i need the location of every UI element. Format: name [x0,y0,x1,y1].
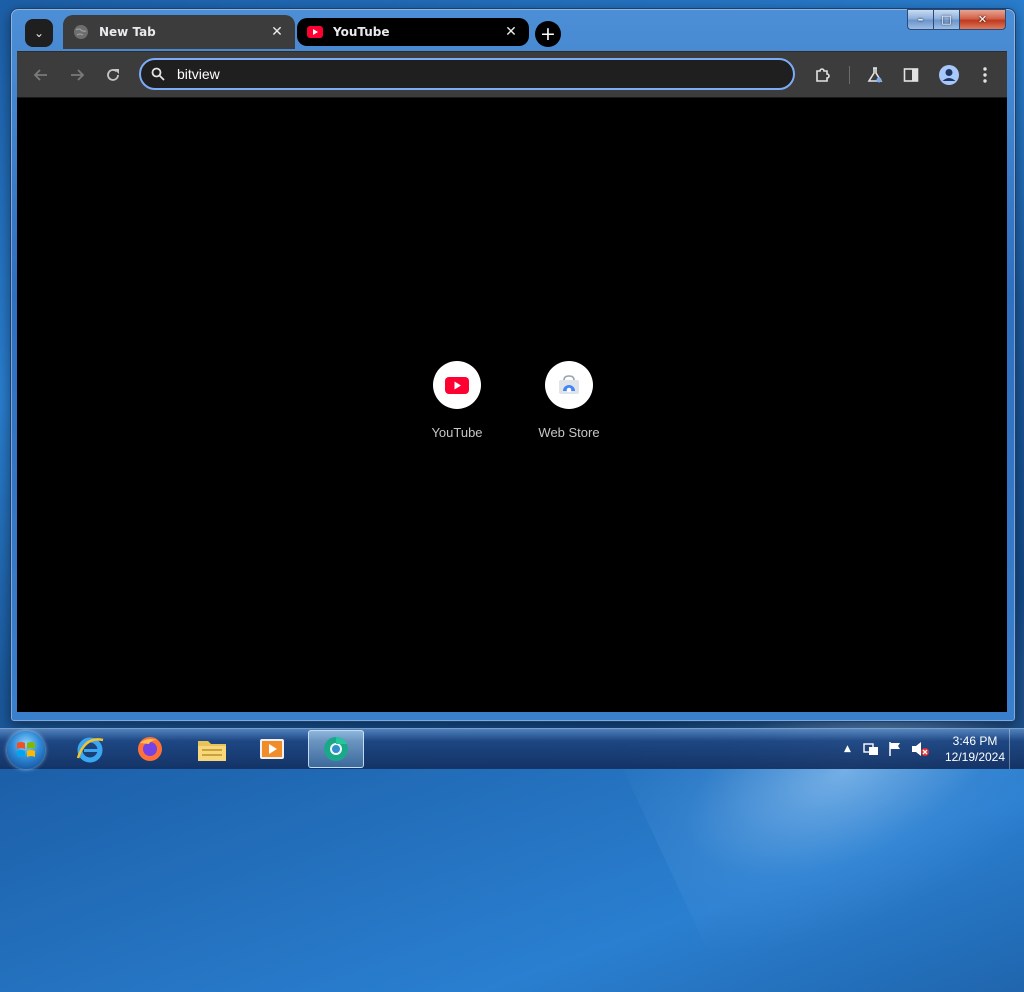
clock-date: 12/19/2024 [944,750,1006,764]
system-tray: ▲ [844,729,929,769]
tab-title: New Tab [99,25,156,39]
reload-button[interactable] [101,63,125,87]
menu-icon [983,67,987,83]
tab-youtube[interactable]: YouTube ✕ [297,18,529,46]
tab-search-button[interactable]: ⌄ [25,19,53,47]
maximize-button[interactable]: □ [933,9,959,30]
labs-icon [867,67,883,83]
window-caption-buttons: – □ ✕ [907,9,1006,30]
reload-icon [107,69,119,81]
show-hidden-icons-button[interactable]: ▲ [844,744,851,754]
clock-time: 3:46 PM [952,734,998,748]
new-tab-page: YouTube Web Store [17,97,1007,712]
volume-muted-icon[interactable] [911,741,929,757]
shortcut-label: YouTube [431,425,483,440]
taskbar: ▲ 3:46 PM 12/19/2024 [0,728,1024,769]
tab-title: YouTube [333,25,390,39]
taskbar-media-player[interactable] [244,730,300,768]
shortcut-youtube[interactable]: YouTube [409,361,505,440]
taskbar-firefox[interactable] [122,730,178,768]
forward-button[interactable] [65,63,89,87]
address-bar[interactable] [139,58,795,90]
taskbar-internet-explorer[interactable] [62,730,118,768]
internet-explorer-icon [76,737,104,763]
profile-button[interactable] [937,63,961,87]
tab-strip: ⌄ New Tab ✕ YouTube ✕ + [17,13,897,51]
chrome-app-icon [324,736,348,761]
address-input[interactable] [177,66,737,82]
taskbar-chrome[interactable] [308,730,364,768]
toolbar [17,51,1007,98]
back-icon [33,69,47,81]
action-center-icon[interactable] [863,741,879,757]
youtube-icon [307,24,323,40]
show-desktop-button[interactable] [1009,729,1024,769]
youtube-icon [445,376,469,394]
close-icon: ✕ [977,13,988,26]
file-explorer-icon [198,741,226,761]
extensions-icon [816,68,830,82]
shortcut-tile [433,361,481,409]
toolbar-divider [849,66,850,84]
globe-icon [73,24,89,40]
start-button[interactable] [7,731,45,769]
shortcut-web-store[interactable]: Web Store [521,361,617,440]
chevron-down-icon: ⌄ [33,26,45,40]
maximize-icon: □ [941,13,952,26]
side-panel-button[interactable] [899,63,923,87]
web-store-icon [559,375,579,394]
extensions-button[interactable] [811,63,835,87]
shortcut-tile [545,361,593,409]
forward-icon [71,69,85,81]
minimize-button[interactable]: – [907,9,933,30]
menu-button[interactable] [973,63,997,87]
tab-new-tab[interactable]: New Tab ✕ [63,15,295,49]
taskbar-file-explorer[interactable] [184,730,240,768]
profile-icon [939,65,959,85]
close-window-button[interactable]: ✕ [959,9,1006,30]
minimize-icon: – [917,13,924,26]
windows-logo-icon [17,742,35,757]
clock[interactable]: 3:46 PM 12/19/2024 [940,733,1010,765]
labs-button[interactable] [863,63,887,87]
media-player-icon [260,739,284,759]
tab-close-icon[interactable]: ✕ [503,24,519,40]
plus-icon: + [540,23,556,45]
search-icon [151,67,165,81]
back-button[interactable] [29,63,53,87]
shortcut-label: Web Store [538,425,600,440]
side-panel-icon [903,68,919,82]
new-tab-button[interactable]: + [535,21,561,47]
flag-icon[interactable] [887,741,903,757]
firefox-icon [138,737,162,761]
browser-window: – □ ✕ ⌄ New Tab ✕ YouTube ✕ + bitview Yo… [10,8,1016,722]
tab-close-icon[interactable]: ✕ [269,24,285,40]
